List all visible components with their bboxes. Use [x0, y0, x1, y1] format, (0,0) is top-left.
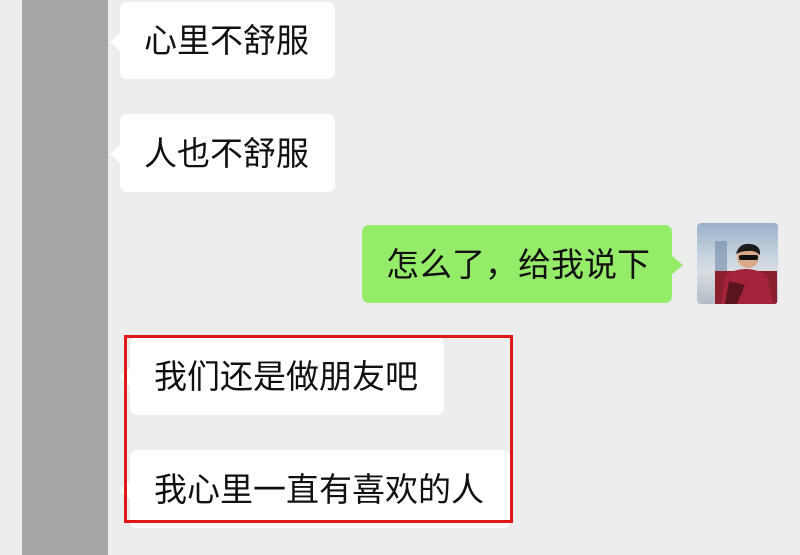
- message-text: 怎么了，给我说下: [386, 244, 650, 284]
- message-text: 心里不舒服: [144, 21, 309, 60]
- user-avatar[interactable]: [697, 223, 778, 304]
- redacted-contact-avatar: [22, 0, 108, 555]
- person-photo-icon: [715, 241, 777, 304]
- highlight-box: [124, 335, 513, 523]
- message-bubble-received[interactable]: 心里不舒服: [110, 2, 335, 79]
- chat-window: 心里不舒服 人也不舒服 怎么了，给我说下 我们还是做朋友吧 我心里一直有喜欢的人: [0, 0, 800, 555]
- message-text: 人也不舒服: [144, 133, 309, 173]
- message-bubble-sent[interactable]: 怎么了，给我说下: [362, 225, 683, 303]
- message-bubble-received[interactable]: 人也不舒服: [110, 114, 335, 192]
